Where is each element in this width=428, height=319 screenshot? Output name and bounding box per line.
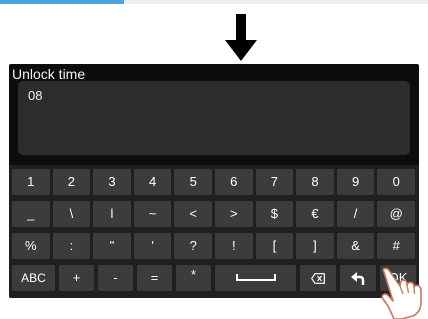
undo-key[interactable] <box>340 265 376 291</box>
input-value: 08 <box>28 88 43 103</box>
key-slash[interactable]: / <box>336 201 375 227</box>
key-at[interactable]: @ <box>377 201 415 227</box>
plus-key[interactable]: + <box>59 265 94 291</box>
minus-key[interactable]: - <box>98 265 133 291</box>
key-apostrophe[interactable]: ' <box>133 233 172 259</box>
down-arrow-icon <box>225 14 257 61</box>
star-key[interactable]: * <box>176 265 211 291</box>
key-greater-than[interactable]: > <box>215 201 253 227</box>
key-less-than[interactable]: < <box>174 201 212 227</box>
equals-key[interactable]: = <box>137 265 172 291</box>
key-hash[interactable]: # <box>377 233 415 259</box>
key-euro[interactable]: € <box>296 201 334 227</box>
progress-strip <box>0 0 428 4</box>
key-6[interactable]: 6 <box>215 169 253 195</box>
key-dollar[interactable]: $ <box>255 201 294 227</box>
key-exclamation[interactable]: ! <box>215 233 253 259</box>
space-icon <box>236 274 276 281</box>
backspace-key[interactable] <box>300 265 336 291</box>
abc-key[interactable]: ABC <box>12 265 55 291</box>
key-colon[interactable]: : <box>52 233 91 259</box>
unlock-time-input[interactable]: 08 <box>18 81 410 155</box>
on-screen-keyboard: 1234567890 _ \ l ~ < > $ € / @ %: " '?![] & # ABC + -… <box>9 165 419 298</box>
key-l[interactable]: l <box>93 201 131 227</box>
key-row-numbers: 1234567890 <box>12 169 416 195</box>
key-row-symbols-1: _ \ l ~ < > $ € / @ <box>12 201 416 227</box>
key-ampersand[interactable]: & <box>336 233 375 259</box>
key-9[interactable]: 9 <box>336 169 375 195</box>
key-0[interactable]: 0 <box>377 169 415 195</box>
pointing-hand-icon <box>381 267 422 319</box>
dialog-title: Unlock time <box>12 66 86 82</box>
backspace-icon <box>311 273 325 284</box>
key-4[interactable]: 4 <box>133 169 172 195</box>
undo-icon <box>351 272 365 286</box>
key-backslash[interactable]: \ <box>52 201 91 227</box>
key-7[interactable]: 7 <box>255 169 294 195</box>
key-2[interactable]: 2 <box>52 169 91 195</box>
key-question[interactable]: ? <box>174 233 212 259</box>
key-close-bracket[interactable]: ] <box>296 233 334 259</box>
key-row-symbols-2: %: " '?![] & # <box>12 233 416 259</box>
keyboard-screen: Unlock time 08 1234567890 _ \ l ~ < > $ € / @ %: "… <box>9 64 419 298</box>
key-open-bracket[interactable]: [ <box>255 233 294 259</box>
key-row-bottom: ABC + - = * OK <box>12 265 416 291</box>
key-1[interactable]: 1 <box>12 169 50 195</box>
space-key[interactable] <box>215 265 296 291</box>
key-tilde[interactable]: ~ <box>133 201 172 227</box>
progress-fill <box>0 0 125 4</box>
key-underscore[interactable]: _ <box>12 201 50 227</box>
key-double-quote[interactable]: " <box>93 233 131 259</box>
key-3[interactable]: 3 <box>93 169 131 195</box>
key-8[interactable]: 8 <box>296 169 334 195</box>
key-percent[interactable]: % <box>12 233 50 259</box>
key-5[interactable]: 5 <box>174 169 212 195</box>
